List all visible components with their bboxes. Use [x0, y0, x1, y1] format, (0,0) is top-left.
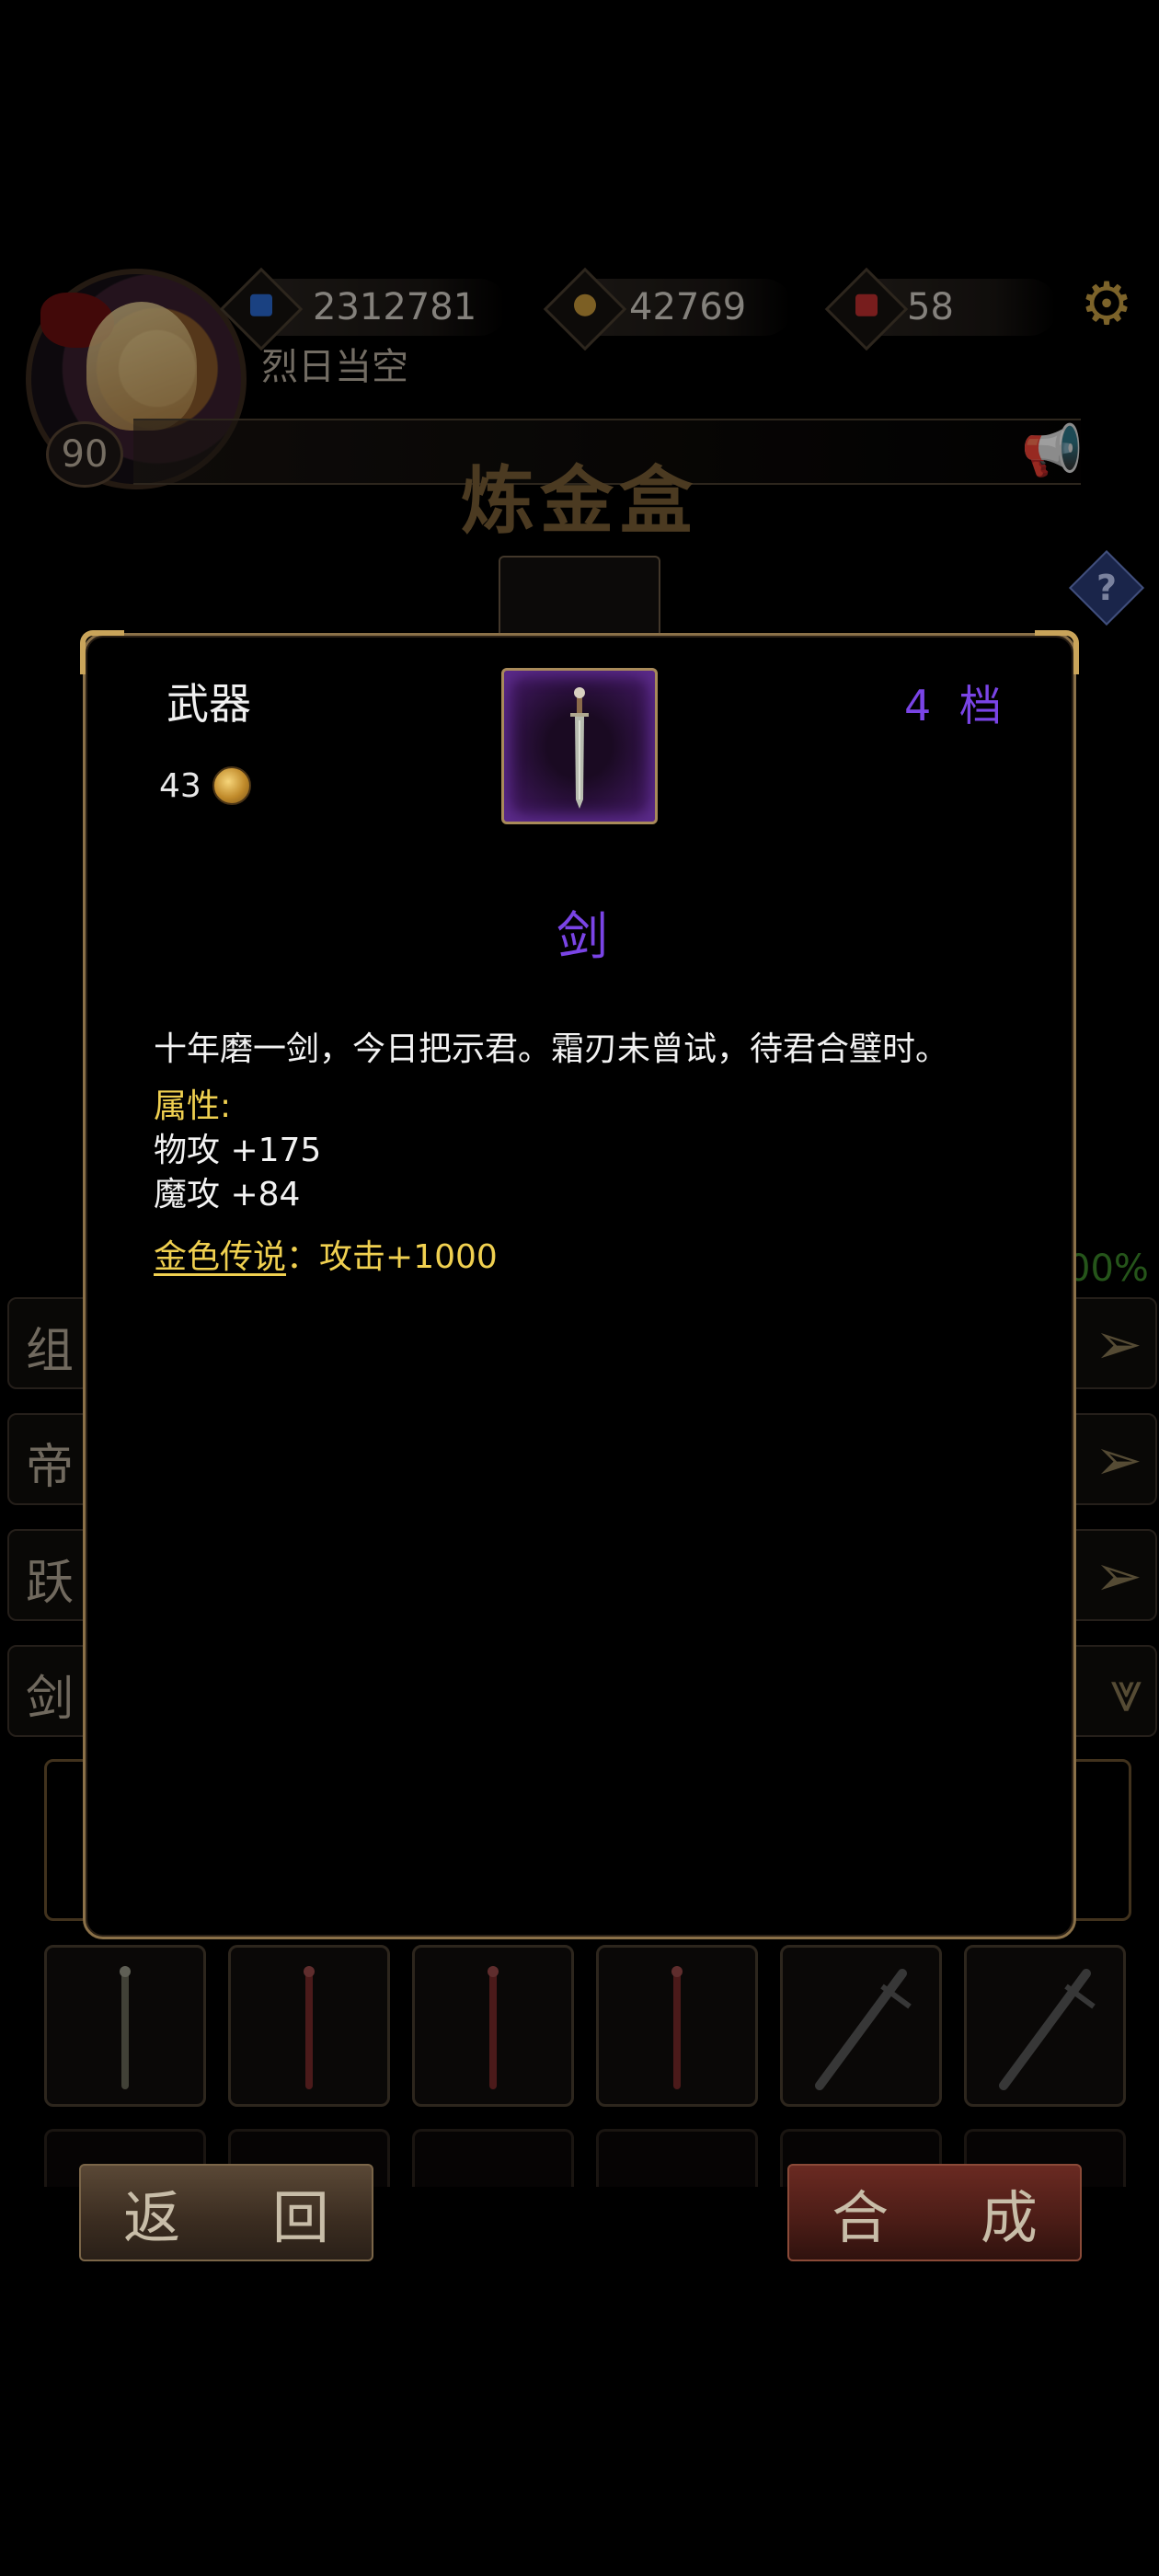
legendary-bonus-label[interactable]: 金色传说: [154, 1238, 286, 1276]
right-arrow-icon: ➢: [1095, 1426, 1142, 1493]
item-name: 剑: [557, 907, 608, 967]
right-arrow-icon: ➢: [1095, 1542, 1142, 1609]
attribute-line: 魔攻 +84: [154, 1176, 301, 1213]
resource-value: 58: [907, 286, 954, 328]
inventory-slot[interactable]: [228, 1945, 390, 2107]
craft-button[interactable]: 合 成: [787, 2164, 1082, 2261]
attributes-title: 属性:: [154, 1087, 232, 1125]
right-arrow-icon: ➢: [1095, 1310, 1142, 1377]
item-price: 43: [159, 766, 251, 805]
inventory-slot[interactable]: [596, 2129, 758, 2187]
inventory-slot[interactable]: [596, 1945, 758, 2107]
item-tier: 4 档: [904, 681, 1009, 730]
recipe-row-label: 剑: [26, 1672, 75, 1727]
item-description: 十年磨一剑，今日把示君。霜刃未曾试，待君合璧时。: [154, 1030, 949, 1068]
recipe-row-label: 组: [26, 1324, 75, 1379]
help-icon[interactable]: ?: [1068, 549, 1145, 627]
item-price-value: 43: [159, 766, 201, 805]
down-arrow-icon: ⩔: [1110, 1658, 1142, 1725]
inventory-slot[interactable]: [412, 1945, 574, 2107]
legendary-bonus-value: 攻击+1000: [319, 1238, 498, 1276]
back-button[interactable]: 返 回: [79, 2164, 373, 2261]
equipment-slot-top[interactable]: [499, 556, 660, 640]
item-category: 武器: [166, 679, 251, 729]
inventory-slot[interactable]: [412, 2129, 574, 2187]
gold-coin-icon: [212, 766, 251, 805]
inventory-slot[interactable]: [780, 1945, 942, 2107]
inventory-slot[interactable]: [964, 1945, 1126, 2107]
page-title: 炼金盒: [461, 458, 698, 544]
sword-icon: [570, 687, 589, 809]
gear-icon[interactable]: ⚙: [1078, 275, 1135, 334]
progress-percent: 00%: [1067, 1248, 1149, 1290]
recipe-row-label: 跃: [26, 1556, 75, 1611]
player-name: 烈日当空: [261, 346, 408, 388]
recipe-row-label: 帝: [26, 1440, 75, 1495]
item-detail-popup[interactable]: 武器 43 4 档 剑 十年磨一剑，今日把示君。霜刃未曾试，待君合璧时。 属性:…: [80, 630, 1079, 1939]
frame-corner: [80, 630, 124, 674]
resource-value: 2312781: [313, 286, 477, 328]
inventory-slot[interactable]: [44, 1945, 206, 2107]
attribute-line: 物攻 +175: [154, 1132, 322, 1169]
resource-value: 42769: [629, 286, 747, 328]
frame-corner: [1035, 630, 1079, 674]
item-icon-frame: [501, 668, 658, 824]
legendary-bonus: 金色传说：攻击+1000: [154, 1230, 498, 1278]
legendary-bonus-separator: ：: [286, 1238, 320, 1276]
